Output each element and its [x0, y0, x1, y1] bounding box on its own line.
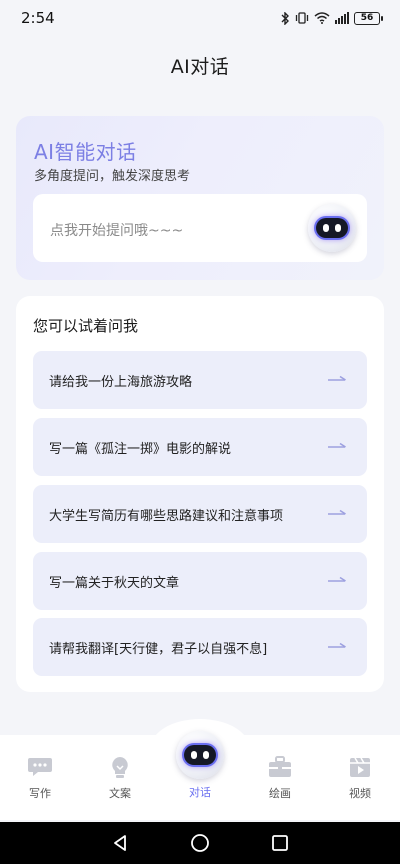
suggestion-text: 请给我一份上海旅游攻略	[49, 374, 193, 390]
bottom-nav: 写作 文案 对话 绘画 视频	[0, 719, 400, 820]
video-icon	[350, 757, 370, 777]
signal-icon	[335, 12, 349, 24]
nav-item-copywriting[interactable]: 文案	[90, 755, 150, 801]
status-time: 2:54	[21, 9, 55, 27]
home-icon[interactable]	[189, 832, 211, 854]
nav-label: 写作	[29, 787, 51, 800]
arrow-right-icon	[328, 576, 346, 582]
nav-label: 视频	[349, 787, 371, 800]
status-icons: 56	[280, 11, 383, 25]
arrow-right-icon	[328, 509, 346, 515]
system-nav-bar	[0, 822, 400, 864]
lightbulb-icon	[112, 757, 128, 778]
suggestion-text: 写一篇关于秋天的文章	[49, 575, 180, 591]
suggestion-item[interactable]: 写一篇《孤注一掷》电影的解说	[33, 418, 367, 476]
suggestion-item[interactable]: 写一篇关于秋天的文章	[33, 552, 367, 610]
hero-subtitle: 多角度提问，触发深度思考	[34, 169, 191, 184]
hero-title: AI智能对话	[34, 140, 137, 164]
nav-item-video[interactable]: 视频	[330, 755, 390, 801]
robot-icon[interactable]	[308, 204, 356, 252]
nav-label: 绘画	[269, 787, 291, 800]
suggestions-title: 您可以试着问我	[33, 317, 139, 335]
back-icon[interactable]	[109, 832, 131, 854]
app-screen: 2:54 56 AI对话 AI智能对话 多角度提问，触发深度思考 点我开始提问哦…	[0, 0, 400, 864]
suggestion-item[interactable]: 请给我一份上海旅游攻略	[33, 351, 367, 409]
toolbox-icon	[269, 756, 291, 777]
page-title: AI对话	[170, 56, 230, 78]
suggestion-item[interactable]: 大学生写简历有哪些思路建议和注意事项	[33, 485, 367, 543]
status-bar: 2:54 56	[0, 0, 400, 36]
bluetooth-icon	[281, 11, 289, 25]
hero-card: AI智能对话 多角度提问，触发深度思考 点我开始提问哦~~~	[16, 116, 384, 280]
arrow-right-icon	[328, 375, 346, 381]
suggestion-text: 请帮我翻译[天行健，君子以自强不息]	[49, 641, 268, 657]
arrow-right-icon	[328, 442, 346, 448]
nav-label: 文案	[109, 787, 131, 800]
prompt-placeholder: 点我开始提问哦~~~	[50, 223, 184, 239]
vibrate-icon	[295, 12, 309, 24]
recents-icon[interactable]	[269, 832, 291, 854]
suggestion-text: 写一篇《孤注一掷》电影的解说	[49, 441, 232, 457]
prompt-input[interactable]: 点我开始提问哦~~~	[33, 194, 367, 262]
nav-item-writing[interactable]: 写作	[10, 755, 70, 801]
suggestion-text: 大学生写简历有哪些思路建议和注意事项	[49, 508, 284, 524]
nav-item-drawing[interactable]: 绘画	[250, 755, 310, 801]
wifi-icon	[314, 12, 330, 24]
arrow-right-icon	[328, 642, 346, 648]
suggestions-card: 您可以试着问我 请给我一份上海旅游攻略 写一篇《孤注一掷》电影的解说 大学生写简…	[16, 296, 384, 692]
robot-icon[interactable]	[176, 731, 224, 779]
nav-item-chat[interactable]: 对话	[170, 784, 230, 800]
battery-icon: 56	[354, 11, 383, 25]
suggestion-item[interactable]: 请帮我翻译[天行健，君子以自强不息]	[33, 618, 367, 676]
chat-bubble-icon	[28, 758, 52, 776]
